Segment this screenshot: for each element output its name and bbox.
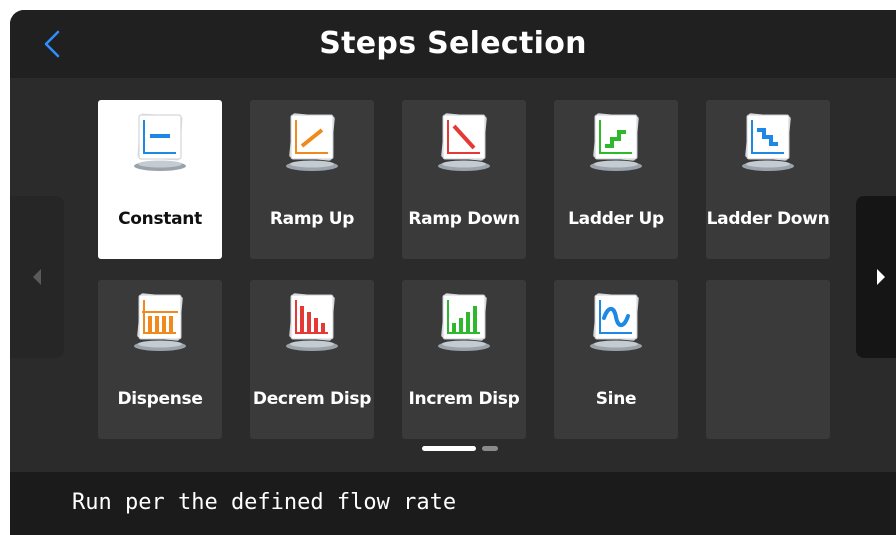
arrow-left-icon	[33, 269, 41, 285]
step-tile-ladder-down[interactable]: Ladder Down	[706, 100, 830, 259]
increm-disp-icon	[438, 293, 490, 351]
ramp-down-icon	[438, 113, 490, 171]
step-label: Sine	[595, 389, 637, 409]
step-label: Increm Disp	[408, 389, 520, 409]
step-tile-ramp-up[interactable]: Ramp Up	[250, 100, 374, 259]
step-label: Constant	[118, 209, 202, 229]
step-label: Ladder Down	[706, 209, 830, 229]
ladder-down-icon	[742, 113, 794, 171]
ladder-up-icon	[590, 113, 642, 171]
step-label: Dispense	[117, 389, 203, 409]
empty-tile-slot	[706, 280, 830, 439]
page-dot[interactable]	[482, 446, 498, 451]
step-description: Run per the defined flow rate	[72, 490, 457, 515]
page-title: Steps Selection	[319, 26, 587, 61]
step-label: Ladder Up	[568, 209, 664, 229]
ramp-up-icon	[286, 113, 338, 171]
step-label: Decrem Disp	[252, 389, 372, 409]
step-label: Ramp Up	[269, 209, 355, 229]
step-tile-decrem-disp[interactable]: Decrem Disp	[250, 280, 374, 439]
header-bar: Steps Selection	[10, 10, 896, 78]
prev-page-button[interactable]	[10, 196, 64, 358]
step-tile-ladder-up[interactable]: Ladder Up	[554, 100, 678, 259]
constant-icon	[134, 113, 186, 171]
next-page-button[interactable]	[856, 196, 896, 358]
step-label: Ramp Down	[408, 209, 520, 229]
step-tile-dispense[interactable]: Dispense	[98, 280, 222, 439]
arrow-right-icon	[877, 269, 885, 285]
sine-icon	[590, 293, 642, 351]
description-bar: Run per the defined flow rate	[10, 472, 896, 535]
dispense-icon	[134, 293, 186, 351]
step-tile-constant[interactable]: Constant	[98, 100, 222, 259]
decrem-disp-icon	[286, 293, 338, 351]
step-tile-sine[interactable]: Sine	[554, 280, 678, 439]
step-tile-increm-disp[interactable]: Increm Disp	[402, 280, 526, 439]
step-tile-ramp-down[interactable]: Ramp Down	[402, 100, 526, 259]
page-dot-active	[422, 446, 476, 451]
steps-screen: Steps Selection Constant Ramp Up Ramp Do…	[10, 10, 896, 535]
